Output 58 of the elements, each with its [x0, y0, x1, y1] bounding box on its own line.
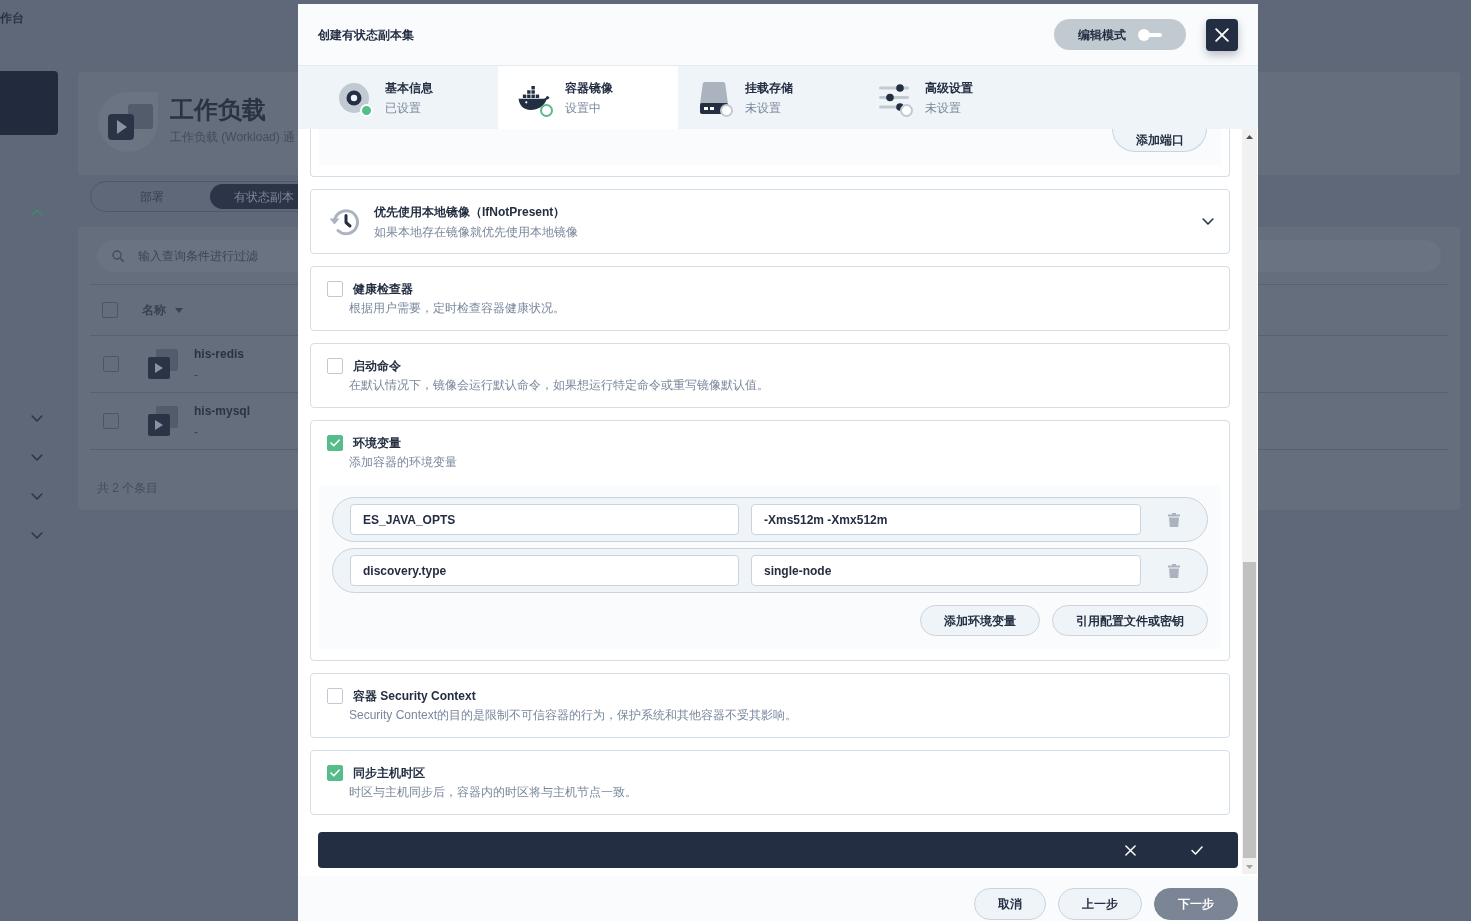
check-icon: [330, 769, 340, 777]
hard-disk-icon: [700, 81, 728, 114]
caret-down-icon[interactable]: [175, 307, 183, 313]
trash-icon[interactable]: [1168, 563, 1180, 578]
env-name-field[interactable]: ES_JAVA_OPTS: [350, 504, 739, 535]
toggle-switch[interactable]: [1138, 28, 1162, 41]
workload-icon: [98, 92, 158, 152]
section-title: 健康检查器: [353, 281, 413, 297]
edit-mode-button[interactable]: 编辑模式: [1054, 19, 1186, 50]
env-action-button[interactable]: 引用配置文件或密钥: [1052, 605, 1208, 636]
env-value-field[interactable]: -Xms512m -Xmx512m: [751, 504, 1141, 535]
section-title: 环境变量: [353, 435, 401, 451]
section-description: 时区与主机同步后，容器内的时区将与主机节点一致。: [349, 784, 637, 800]
search-icon: [112, 250, 124, 262]
env-name-field[interactable]: discovery.type: [350, 555, 739, 586]
workload-description: -: [194, 366, 198, 383]
history-icon: [327, 206, 359, 237]
workload-icon: [148, 349, 178, 379]
section-description: 根据用户需要，定时检查容器健康状况。: [349, 300, 565, 316]
footer-button[interactable]: 取消: [974, 888, 1046, 920]
env-action-button[interactable]: 添加环境变量: [920, 605, 1040, 636]
checkbox[interactable]: [327, 435, 343, 451]
chevron-down-icon[interactable]: [1202, 218, 1214, 225]
disc-icon: [339, 82, 369, 113]
chevron-up-icon[interactable]: [31, 209, 43, 216]
close-icon[interactable]: [1215, 27, 1229, 42]
add-port-button[interactable]: 添加端口: [1112, 129, 1207, 152]
section-title: 容器 Security Context: [353, 688, 476, 704]
sidebar-tile[interactable]: [0, 71, 58, 135]
workload-description: -: [194, 423, 198, 440]
scroll-up-icon[interactable]: [1246, 134, 1253, 139]
checkbox[interactable]: [103, 356, 119, 372]
section-description: 如果本地存在镜像就优先使用本地镜像: [374, 223, 578, 241]
checkbox[interactable]: [327, 765, 343, 781]
workload-icon: [148, 406, 178, 436]
trash-icon[interactable]: [1168, 512, 1180, 527]
env-value-field[interactable]: single-node: [751, 555, 1141, 586]
checkbox[interactable]: [103, 413, 119, 429]
close-button[interactable]: [1206, 18, 1238, 51]
checkbox[interactable]: [102, 302, 118, 318]
check-icon: [330, 439, 340, 447]
scrollbar[interactable]: [1242, 129, 1257, 874]
section-description: Security Context的目的是限制不可信容器的行为，保护系统和其他容器不受其影响。: [349, 707, 798, 723]
scroll-down-icon[interactable]: [1246, 864, 1253, 869]
section-title: 优先使用本地镜像（IfNotPresent）: [374, 203, 566, 221]
section-description: 添加容器的环境变量: [349, 454, 457, 470]
whale-icon: [518, 85, 550, 110]
dialog-title: 创建有状态副本集: [318, 26, 414, 44]
close-icon[interactable]: [1125, 844, 1136, 856]
check-icon[interactable]: [1191, 845, 1203, 855]
section-title: 同步主机时区: [353, 765, 425, 781]
section-title: 启动命令: [353, 358, 401, 374]
page-title: 工作负载: [170, 95, 266, 125]
sliders-icon: [879, 84, 909, 111]
footer-button[interactable]: 上一步: [1058, 888, 1142, 920]
step-tab[interactable]: 容器镜像 设置中: [498, 66, 678, 129]
section-description: 在默认情况下，镜像会运行默认命令，如果想运行特定命令或重写镜像默认值。: [349, 377, 769, 393]
scrollbar-thumb[interactable]: [1243, 562, 1256, 858]
